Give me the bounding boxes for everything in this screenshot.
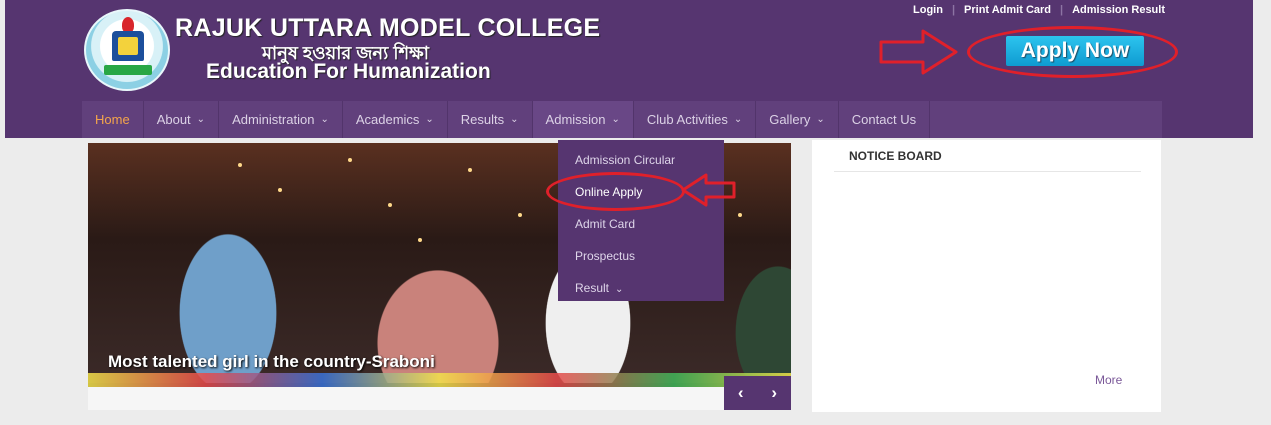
apply-now-highlight-ring	[967, 26, 1178, 78]
nav-label: Club Activities	[646, 112, 728, 127]
nav-admission[interactable]: Admission ⌄	[532, 101, 634, 138]
nav-about[interactable]: About ⌄	[144, 101, 220, 138]
book-icon	[112, 31, 144, 61]
nav-label: Results	[460, 112, 505, 127]
chevron-down-icon: ⌄	[425, 114, 434, 125]
nav-label: Academics	[355, 112, 420, 127]
nav-label: About	[156, 112, 191, 127]
menu-item-label: Result	[575, 281, 610, 295]
menu-item-admit-card[interactable]: Admit Card	[558, 208, 724, 240]
top-links: Login | Print Admit Card | Admission Res…	[913, 4, 1165, 16]
college-motto: Education For Humanization	[206, 60, 491, 83]
login-link[interactable]: Login	[913, 4, 943, 16]
flower-strip	[88, 373, 791, 387]
slider-controls: ‹ ›	[724, 376, 791, 410]
arrow-right-annotation-icon	[879, 29, 958, 75]
chevron-down-icon: ⌄	[615, 284, 624, 295]
admission-result-link[interactable]: Admission Result	[1072, 4, 1165, 16]
nav-administration[interactable]: Administration ⌄	[219, 101, 343, 138]
ribbon-icon	[104, 65, 152, 75]
nav-label: Gallery	[769, 112, 811, 127]
nav-results[interactable]: Results ⌄	[448, 101, 533, 138]
nav-home[interactable]: Home	[82, 101, 144, 138]
nav-label: Administration	[232, 112, 315, 127]
slide-caption: Most talented girl in the country-Srabon…	[108, 352, 435, 371]
main-nav: Home About ⌄ Administration ⌄ Academics ⌄ R…	[82, 101, 1162, 138]
slide-news-text	[88, 387, 728, 410]
menu-item-result[interactable]: Result ⌄	[558, 272, 724, 304]
nav-label: Contact Us	[851, 112, 917, 127]
online-apply-highlight-ring	[546, 172, 685, 211]
nav-gallery[interactable]: Gallery ⌄	[756, 101, 839, 138]
nav-club-activities[interactable]: Club Activities ⌄	[634, 101, 757, 138]
separator: |	[1060, 4, 1064, 16]
nav-contact-us[interactable]: Contact Us	[839, 101, 931, 138]
arrow-left-annotation-icon	[681, 173, 736, 207]
nav-label: Admission	[545, 112, 606, 127]
nav-academics[interactable]: Academics ⌄	[343, 101, 448, 138]
notice-board-title: NOTICE BOARD	[849, 149, 942, 163]
separator: |	[951, 4, 956, 16]
slider-next-button[interactable]: ›	[771, 383, 777, 403]
chevron-down-icon: ⌄	[320, 114, 329, 125]
menu-item-prospectus[interactable]: Prospectus	[558, 240, 724, 272]
chevron-down-icon: ⌄	[816, 114, 825, 125]
slider-prev-button[interactable]: ‹	[738, 383, 744, 403]
chevron-down-icon: ⌄	[733, 114, 743, 125]
divider	[834, 171, 1141, 172]
print-admit-card-link[interactable]: Print Admit Card	[964, 4, 1051, 16]
chevron-down-icon: ⌄	[510, 114, 519, 125]
admission-dropdown: Admission Circular Online Apply Admit Ca…	[558, 140, 724, 301]
nav-label: Home	[95, 112, 130, 127]
notice-more-link[interactable]: More	[1095, 373, 1122, 387]
chevron-down-icon: ⌄	[196, 114, 206, 125]
college-logo[interactable]	[84, 9, 170, 91]
notice-board: NOTICE BOARD More	[812, 140, 1161, 412]
chevron-down-icon: ⌄	[611, 114, 620, 125]
